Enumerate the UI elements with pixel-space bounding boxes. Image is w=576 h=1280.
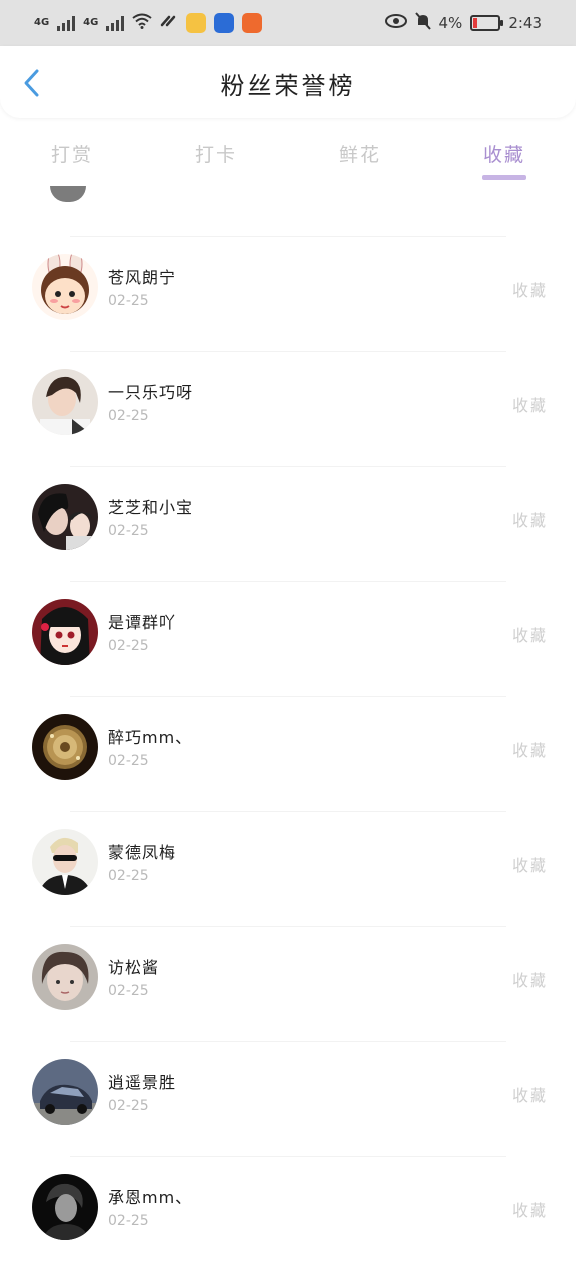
status-left: 4G 4G <box>34 13 263 33</box>
user-name: 承恩mm、 <box>108 1188 193 1207</box>
user-name: 逍遥景胜 <box>108 1073 177 1092</box>
avatar <box>50 186 86 202</box>
list-item[interactable]: 醉巧mm、 02-25 收藏 <box>32 696 546 811</box>
favorite-label: 收藏 <box>511 396 548 415</box>
user-name: 苍风朗宁 <box>108 268 177 287</box>
clock: 2:43 <box>508 14 542 32</box>
user-name: 蒙德凤梅 <box>108 843 177 862</box>
avatar[interactable] <box>32 484 98 550</box>
signal-icon <box>57 15 76 31</box>
status-bar: 4G 4G 4% 2:43 <box>0 0 576 46</box>
favorite-label: 收藏 <box>511 626 548 645</box>
list-item[interactable]: 芝芝和小宝 02-25 收藏 <box>32 466 546 581</box>
favorite-date: 02-25 <box>108 523 149 539</box>
list-item[interactable]: 一只乐巧呀 02-25 收藏 <box>32 351 546 466</box>
favorite-label: 收藏 <box>511 281 548 300</box>
user-name: 一只乐巧呀 <box>108 383 194 402</box>
tab-favorites[interactable]: 收藏 <box>432 122 576 186</box>
list-item[interactable]: 承恩mm、 02-25 收藏 <box>32 1156 546 1271</box>
favorite-label: 收藏 <box>511 741 548 760</box>
header-bar: 粉丝荣誉榜 <box>0 46 576 118</box>
favorite-date: 02-25 <box>108 293 149 309</box>
favorite-label: 收藏 <box>511 856 548 875</box>
user-name: 芝芝和小宝 <box>108 498 194 517</box>
network-type-1: 4G <box>34 17 50 28</box>
favorite-date: 02-25 <box>108 408 149 424</box>
list-item[interactable]: 是谭群吖 02-25 收藏 <box>32 581 546 696</box>
network-type-2: 4G <box>83 17 99 28</box>
list-item[interactable]: 苍风朗宁 02-25 收藏 <box>32 236 546 351</box>
tab-flowers[interactable]: 鲜花 <box>288 122 432 186</box>
user-name: 访松酱 <box>108 958 160 977</box>
user-name: 醉巧mm、 <box>108 728 193 747</box>
favorite-date: 02-25 <box>108 1213 149 1229</box>
favorite-date: 02-25 <box>108 638 149 654</box>
list-item[interactable]: 蒙德凤梅 02-25 收藏 <box>32 811 546 926</box>
list-item-partial <box>0 186 576 236</box>
favorite-label: 收藏 <box>511 1201 548 1220</box>
tab-checkin[interactable]: 打卡 <box>144 122 288 186</box>
tab-bar: 打赏 打卡 鲜花 收藏 <box>0 122 576 186</box>
link-icon <box>160 13 178 33</box>
tab-reward[interactable]: 打赏 <box>0 122 144 186</box>
user-name: 是谭群吖 <box>108 613 177 632</box>
wifi-icon <box>132 13 152 33</box>
avatar[interactable] <box>32 1059 98 1125</box>
weibo-app-icon <box>186 13 207 33</box>
favorite-date: 02-25 <box>108 753 149 769</box>
baidu-app-icon <box>214 13 235 33</box>
favorite-label: 收藏 <box>511 511 548 530</box>
avatar[interactable] <box>32 944 98 1010</box>
list-item[interactable]: 访松酱 02-25 收藏 <box>32 926 546 1041</box>
avatar[interactable] <box>32 714 98 780</box>
favorite-date: 02-25 <box>108 1098 149 1114</box>
avatar[interactable] <box>32 254 98 320</box>
favorite-date: 02-25 <box>108 983 149 999</box>
mute-bell-icon <box>414 12 431 34</box>
avatar[interactable] <box>32 599 98 665</box>
avatar[interactable] <box>32 369 98 435</box>
favorite-label: 收藏 <box>511 1086 548 1105</box>
fan-list: 苍风朗宁 02-25 收藏 一只乐巧呀 02-25 收藏 芝芝和小宝 02-25… <box>0 186 576 1271</box>
list-item[interactable]: 逍遥景胜 02-25 收藏 <box>32 1041 546 1156</box>
avatar[interactable] <box>32 1174 98 1240</box>
page-title: 粉丝荣誉榜 <box>220 72 356 100</box>
avatar[interactable] <box>32 829 98 895</box>
eye-icon <box>384 14 407 32</box>
battery-percent: 4% <box>438 14 463 32</box>
status-right: 4% 2:43 <box>384 12 542 34</box>
favorite-date: 02-25 <box>108 868 149 884</box>
battery-icon <box>470 15 504 31</box>
signal-icon-2 <box>106 15 125 31</box>
app-notification-icon <box>242 13 263 33</box>
favorite-label: 收藏 <box>511 971 548 990</box>
